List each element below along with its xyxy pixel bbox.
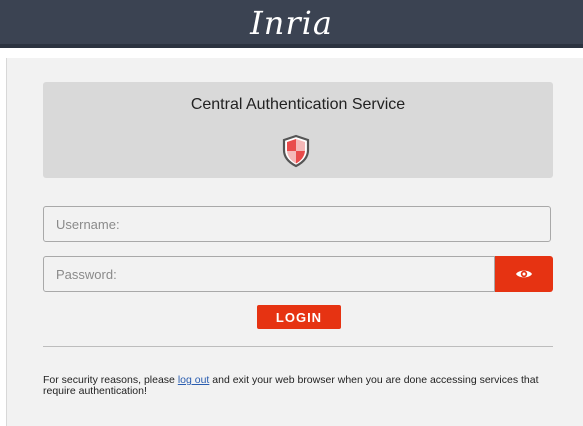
top-bar-strip [0, 44, 583, 48]
username-field[interactable] [43, 206, 551, 242]
cas-header: Central Authentication Service [43, 82, 553, 178]
login-button[interactable]: LOGIN [257, 305, 341, 329]
password-field[interactable] [43, 256, 495, 292]
shield-icon [282, 134, 310, 168]
cas-title: Central Authentication Service [190, 96, 406, 113]
security-notice: For security reasons, please log out and… [43, 375, 543, 397]
logout-link[interactable]: log out [178, 374, 210, 386]
username-input[interactable] [44, 207, 550, 241]
top-bar: Inria [0, 0, 583, 48]
password-input[interactable] [44, 257, 494, 291]
divider [43, 346, 553, 347]
eye-icon [516, 270, 532, 278]
login-panel: Central Authentication Service LOGIN For… [6, 58, 583, 426]
inria-logo: Inria [250, 4, 333, 42]
show-password-button[interactable] [495, 256, 553, 292]
